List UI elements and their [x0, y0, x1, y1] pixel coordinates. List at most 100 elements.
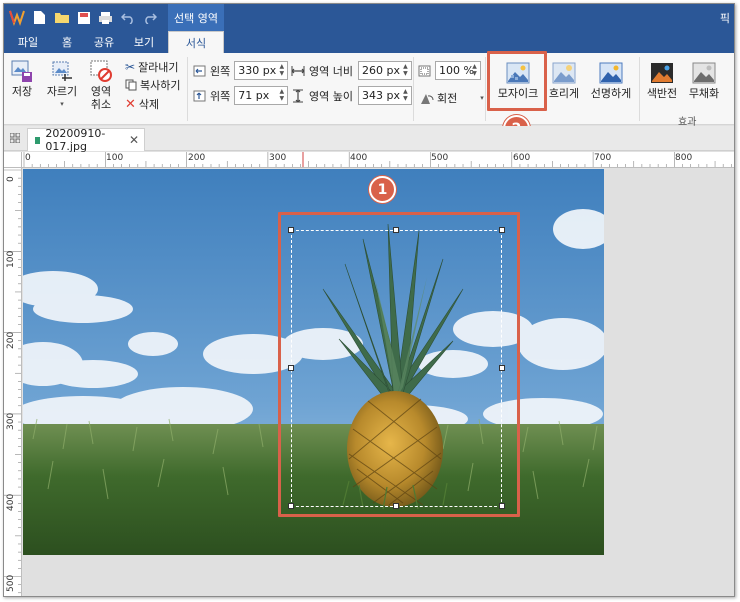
- save-icon[interactable]: [74, 9, 93, 26]
- top-value: 71 px: [238, 89, 270, 102]
- selection-marquee[interactable]: [291, 230, 502, 507]
- ribbon-separator: [187, 57, 188, 121]
- blur-icon: [552, 62, 576, 84]
- horizontal-ruler: 0 100 200 300 400 500 600 700 800: [22, 152, 734, 168]
- copy-button[interactable]: 복사하기: [125, 77, 180, 93]
- resize-handle-top-left[interactable]: [288, 227, 294, 233]
- height-icon: [293, 89, 303, 102]
- rotate-dropdown-icon[interactable]: ▾: [480, 94, 484, 102]
- copy-label: 복사하기: [140, 79, 181, 92]
- undo-icon[interactable]: [118, 9, 137, 26]
- width-label: 영역 너비: [309, 64, 353, 78]
- print-icon[interactable]: [96, 9, 115, 26]
- cancel-area-button[interactable]: 영역 취소: [84, 59, 118, 111]
- horizontal-ruler-ticks: [23, 152, 732, 167]
- height-field-row: 영역 높이 343 px ▲ ▼: [291, 86, 412, 105]
- ruler-top-label: 500: [431, 153, 449, 163]
- top-spinner-icon[interactable]: ▲ ▼: [277, 88, 286, 103]
- app-window: 선택 영역 픽 파일 홈 공유 보기 서식 저장 자르기 ▾ 영역 취소 ✂ 잘…: [3, 3, 735, 597]
- cut-button[interactable]: ✂ 잘라내기: [125, 59, 179, 75]
- quick-access-toolbar: [30, 9, 181, 26]
- new-file-icon[interactable]: [30, 9, 49, 26]
- image-canvas[interactable]: 1: [23, 169, 734, 596]
- tab-home[interactable]: 홈: [50, 31, 84, 53]
- zoom-spinner-icon[interactable]: ▲ ▼: [470, 63, 479, 78]
- height-input[interactable]: 343 px ▲ ▼: [357, 86, 412, 105]
- top-position-icon: [193, 90, 206, 101]
- tab-format[interactable]: 서식: [168, 31, 224, 53]
- width-icon: [291, 65, 305, 76]
- tab-file[interactable]: 파일: [8, 31, 48, 53]
- vertical-ruler-ticks: [4, 169, 21, 594]
- ruler-top-label: 700: [594, 153, 612, 163]
- cancel-area-label-2: 취소: [90, 98, 112, 111]
- redo-icon[interactable]: [140, 9, 159, 26]
- ruler-left-label: 400: [6, 493, 16, 511]
- crop-dropdown-icon[interactable]: ▾: [60, 98, 64, 111]
- document-status-icon: [35, 136, 41, 144]
- resize-handle-bottom-right[interactable]: [499, 503, 505, 509]
- ruler-left-label: 300: [6, 412, 16, 430]
- rotate-label: 회전: [437, 92, 458, 105]
- sharpen-label: 선명하게: [590, 87, 632, 100]
- ruler-left-label: 200: [6, 331, 16, 349]
- delete-x-icon: ✕: [125, 96, 136, 112]
- grayscale-button[interactable]: 무채화: [686, 61, 722, 100]
- ribbon-separator: [413, 57, 414, 121]
- sharpen-button[interactable]: 선명하게: [588, 61, 634, 100]
- crop-button[interactable]: 자르기 ▾: [42, 59, 82, 111]
- left-position-icon: [193, 65, 206, 76]
- invert-button[interactable]: 색반전: [644, 61, 680, 100]
- width-input[interactable]: 260 px ▲ ▼: [357, 61, 412, 80]
- zoom-input[interactable]: 100 % ▲ ▼: [435, 61, 481, 80]
- blur-label: 흐리게: [548, 87, 580, 100]
- cut-label: 잘라내기: [138, 61, 179, 74]
- resize-handle-left[interactable]: [288, 365, 294, 371]
- height-spinner-icon[interactable]: ▲ ▼: [401, 88, 410, 103]
- ruler-top-label: 200: [188, 153, 206, 163]
- ruler-top-label: 300: [269, 153, 287, 163]
- cancel-area-icon: [90, 60, 112, 82]
- document-tab[interactable]: 20200910-017.jpg ✕: [27, 127, 145, 153]
- window-title-fragment: 픽: [719, 12, 730, 25]
- scissors-icon: ✂: [125, 60, 136, 74]
- left-input[interactable]: 330 px ▲ ▼: [234, 61, 289, 80]
- copy-icon: [125, 79, 137, 91]
- resize-handle-top-right[interactable]: [499, 227, 505, 233]
- tab-view[interactable]: 보기: [124, 31, 164, 53]
- document-tab-bar: 20200910-017.jpg ✕: [4, 126, 734, 153]
- left-value: 330 px: [238, 64, 277, 77]
- ribbon-separator: [485, 57, 486, 121]
- close-icon[interactable]: ✕: [129, 133, 139, 147]
- top-input[interactable]: 71 px ▲ ▼: [234, 86, 289, 105]
- ruler-top-label: 600: [513, 153, 531, 163]
- ribbon: 저장 자르기 ▾ 영역 취소 ✂ 잘라내기 복사하기 ✕ 삭제 왼쪽 330 p…: [4, 53, 734, 128]
- resize-handle-top[interactable]: [393, 227, 399, 233]
- vertical-ruler: 0 100 200 300 400 500: [4, 168, 22, 596]
- rotate-button[interactable]: 회전 ▾: [420, 90, 484, 106]
- delete-label: 삭제: [138, 98, 160, 111]
- tab-share[interactable]: 공유: [86, 31, 122, 53]
- width-field-row: 영역 너비 260 px ▲ ▼: [291, 61, 412, 80]
- save-button[interactable]: 저장: [8, 59, 36, 98]
- top-field-row: 위쪽 71 px ▲ ▼: [193, 86, 289, 105]
- ruler-top-label: 0: [25, 153, 31, 163]
- save-label: 저장: [11, 85, 33, 98]
- title-bar: 선택 영역 픽: [4, 4, 734, 31]
- width-value: 260 px: [361, 64, 400, 77]
- delete-button[interactable]: ✕ 삭제: [125, 96, 159, 112]
- step-badge-1: 1: [369, 176, 396, 203]
- ruler-left-label: 0: [6, 176, 16, 182]
- resize-handle-bottom-left[interactable]: [288, 503, 294, 509]
- tab-grid-icon[interactable]: [10, 133, 20, 143]
- ruler-corner: [4, 152, 22, 168]
- left-spinner-icon[interactable]: ▲ ▼: [277, 63, 286, 78]
- app-logo-icon: [9, 10, 25, 26]
- width-spinner-icon[interactable]: ▲ ▼: [401, 63, 410, 78]
- open-folder-icon[interactable]: [52, 9, 71, 26]
- blur-button[interactable]: 흐리게: [548, 61, 580, 100]
- ruler-top-label: 100: [106, 153, 124, 163]
- resize-handle-right[interactable]: [499, 365, 505, 371]
- document-tab-name: 20200910-017.jpg: [45, 127, 106, 153]
- resize-handle-bottom[interactable]: [393, 503, 399, 509]
